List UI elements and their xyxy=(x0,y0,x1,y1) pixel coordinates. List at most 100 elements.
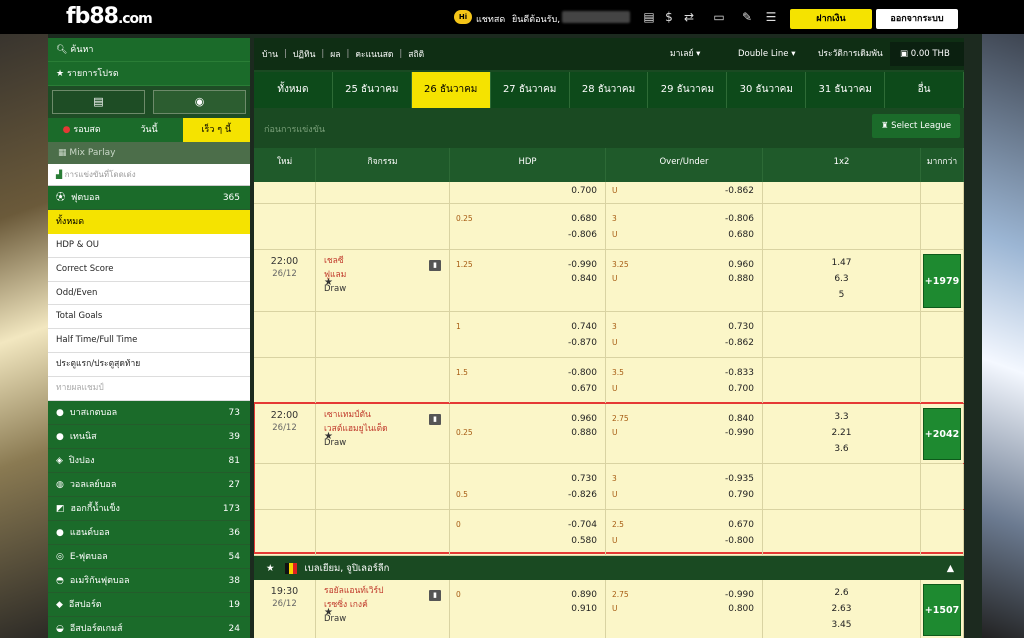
odds-value[interactable]: 0.880 xyxy=(728,274,754,284)
sidebar-item-sport[interactable]: ● แฮนด์บอล 36 xyxy=(48,520,250,545)
date-tab[interactable]: 28 ธันวาคม xyxy=(569,72,649,108)
more-bets-button[interactable]: +1507 xyxy=(923,584,961,636)
nav-link[interactable]: คะแนนสด xyxy=(355,47,393,61)
odds-value[interactable]: 0.910 xyxy=(571,604,597,614)
statement-icon[interactable]: ▤ xyxy=(640,9,658,25)
sidebar-subitem[interactable]: Correct Score xyxy=(48,257,250,282)
bet-history-link[interactable]: ประวัติการเดิมพัน xyxy=(818,38,883,70)
select-league-button[interactable]: ♜ Select League xyxy=(872,114,960,138)
odds-value[interactable]: 0.730 xyxy=(728,322,754,332)
odds-value[interactable]: -0.870 xyxy=(568,338,597,348)
odds-value[interactable]: 0.790 xyxy=(728,490,754,500)
sidebar-subitem[interactable]: Total Goals xyxy=(48,305,250,330)
odds-1x2[interactable]: 5 xyxy=(763,290,920,300)
stats-icon[interactable]: ▮ xyxy=(429,260,441,271)
odds-1x2[interactable]: 3.3 xyxy=(763,412,920,422)
sidebar-item-sport[interactable]: ● เทนนิส 39 xyxy=(48,424,250,449)
odds-value[interactable]: 0.960 xyxy=(571,414,597,424)
date-tab[interactable]: ทั้งหมด xyxy=(254,72,333,108)
date-tab[interactable]: 25 ธันวาคม xyxy=(332,72,412,108)
line-dropdown[interactable]: Double Line ▾ xyxy=(738,38,796,70)
mix-parlay[interactable]: ▦ Mix Parlay xyxy=(48,142,250,164)
sidebar-subitem[interactable]: Odd/Even xyxy=(48,281,250,306)
featured-matches[interactable]: ▟ การแข่งขันที่โดดเด่ง xyxy=(48,164,250,186)
odds-value[interactable]: 0.800 xyxy=(728,604,754,614)
odds-value[interactable]: -0.990 xyxy=(725,590,754,600)
stats-icon[interactable]: ▮ xyxy=(429,590,441,601)
odds-value[interactable]: -0.806 xyxy=(725,214,754,224)
sidebar-item-sport[interactable]: ◓ อเมริกันฟุตบอล 38 xyxy=(48,568,250,593)
odds-value[interactable]: 0.890 xyxy=(571,590,597,600)
odds-value[interactable]: -0.990 xyxy=(725,428,754,438)
league-header[interactable]: ★ เบลเยียม, จูปิเลอร์ลีก ▲ xyxy=(254,556,964,580)
sidebar-favorites[interactable]: ★ รายการโปรด xyxy=(48,62,250,86)
menu-list-icon[interactable]: ☰ xyxy=(762,9,780,25)
date-tab[interactable]: อื่น xyxy=(885,72,965,108)
odds-value[interactable]: -0.704 xyxy=(568,520,597,530)
odds-value[interactable]: 0.680 xyxy=(571,214,597,224)
star-icon[interactable]: ★ xyxy=(324,276,333,290)
deposit-button[interactable]: ฝากเงิน xyxy=(790,9,872,29)
odds-value[interactable]: -0.806 xyxy=(568,230,597,240)
date-tab[interactable]: 31 ธันวาคม xyxy=(806,72,886,108)
odds-value[interactable]: 0.670 xyxy=(728,520,754,530)
star-icon[interactable]: ★ xyxy=(324,430,333,444)
nav-link[interactable]: ผล xyxy=(330,47,340,61)
sidebar-item-sport[interactable]: ◒ อีสปอร์ตเกมส์ 24 xyxy=(48,616,250,638)
sidebar-item-football[interactable]: ⚽︎ ฟุตบอล 365 xyxy=(48,186,250,210)
logo[interactable]: fb88.com xyxy=(66,4,153,29)
sidebar-item-sport[interactable]: ◩ ฮอกกี้น้ำแข็ง 173 xyxy=(48,496,250,521)
odds-1x2[interactable]: 2.21 xyxy=(763,428,920,438)
sidebar-subitem[interactable]: ประตูแรก/ประตูสุดท้าย xyxy=(48,352,250,377)
sidebar-item-sport[interactable]: ◍ วอลเลย์บอล 27 xyxy=(48,472,250,497)
date-tab[interactable]: 27 ธันวาคม xyxy=(490,72,570,108)
date-tab[interactable]: 26 ธันวาคม xyxy=(411,72,491,108)
sidebar-search[interactable]: 🔍︎ ค้นหา xyxy=(48,38,250,62)
odds-value[interactable]: 0.700 xyxy=(571,186,597,196)
sidebar-item-sport[interactable]: ◎ E-ฟุตบอล 54 xyxy=(48,544,250,569)
transfer-icon[interactable]: $ xyxy=(660,9,678,25)
chat-icon[interactable]: Hi xyxy=(454,10,472,24)
sidebar-subitem[interactable]: ทายผลแชมป์ xyxy=(48,376,250,401)
odds-1x2[interactable]: 1.47 xyxy=(763,258,920,268)
date-tab[interactable]: 29 ธันวาคม xyxy=(648,72,728,108)
odds-1x2[interactable]: 6.3 xyxy=(763,274,920,284)
nav-link[interactable]: ปฏิทิน xyxy=(293,47,316,61)
odds-1x2[interactable]: 3.6 xyxy=(763,444,920,454)
odds-value[interactable]: -0.862 xyxy=(725,186,754,196)
sidebar-item-sport[interactable]: ● บาสเกตบอล 73 xyxy=(48,400,250,425)
stats-icon[interactable]: ▮ xyxy=(429,414,441,425)
date-tab[interactable]: 30 ธันวาคม xyxy=(727,72,807,108)
odds-value[interactable]: -0.800 xyxy=(725,536,754,546)
star-icon[interactable]: ★ xyxy=(324,606,333,620)
mascot-icon[interactable]: ◉ xyxy=(153,90,246,114)
nav-link[interactable]: บ้าน xyxy=(262,47,278,61)
odds-icon[interactable]: ▭ xyxy=(708,9,730,25)
odds-value[interactable]: 0.960 xyxy=(728,260,754,270)
sidebar-subitem[interactable]: HDP & OU xyxy=(48,234,250,258)
odds-value[interactable]: 0.840 xyxy=(728,414,754,424)
refresh-icon[interactable]: ⇄ xyxy=(680,9,698,25)
odds-value[interactable]: -0.800 xyxy=(568,368,597,378)
odds-value[interactable]: 0.670 xyxy=(571,384,597,394)
odds-type-dropdown[interactable]: มาเลย์ ▾ xyxy=(670,38,700,70)
odds-value[interactable]: -0.935 xyxy=(725,474,754,484)
logout-button[interactable]: ออกจากระบบ xyxy=(876,9,958,29)
odds-value[interactable]: -0.862 xyxy=(725,338,754,348)
more-bets-button[interactable]: +2042 xyxy=(923,408,961,460)
odds-value[interactable]: 0.700 xyxy=(728,384,754,394)
odds-value[interactable]: 0.580 xyxy=(571,536,597,546)
odds-1x2[interactable]: 3.45 xyxy=(763,620,920,630)
sidebar-subitem[interactable]: Half Time/Full Time xyxy=(48,329,250,353)
more-bets-button[interactable]: +1979 xyxy=(923,254,961,308)
odds-value[interactable]: -0.833 xyxy=(725,368,754,378)
live-chat-link[interactable]: แชทสด xyxy=(476,12,505,26)
sidebar-item-sport[interactable]: ◈ ปิงปอง 81 xyxy=(48,448,250,473)
bet-list-icon[interactable]: ▤ xyxy=(52,90,145,114)
bet-slip-icon[interactable]: ✎ xyxy=(738,9,756,25)
collapse-icon[interactable]: ▲ xyxy=(947,563,954,574)
odds-value[interactable]: 0.730 xyxy=(571,474,597,484)
nav-link[interactable]: สถิติ xyxy=(408,47,424,61)
sidebar-item-sport[interactable]: ◆ อีสปอร์ต 19 xyxy=(48,592,250,617)
odds-value[interactable]: 0.740 xyxy=(571,322,597,332)
